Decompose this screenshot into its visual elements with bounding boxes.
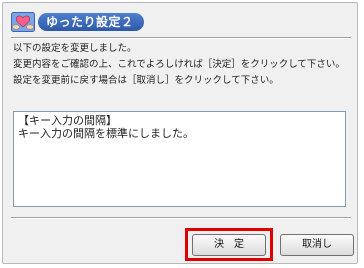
- dialog-window: ゆったり設定２ 以下の設定を変更しました。 変更内容をご確認の上、これでよろしけ…: [2, 2, 358, 264]
- details-heading: 【キー入力の間隔】: [18, 114, 117, 127]
- message-line-1: 以下の設定を変更しました。: [13, 43, 137, 54]
- cancel-button[interactable]: 取消し: [280, 234, 354, 256]
- message-line-2: 変更内容をご確認の上、これでよろしければ［決定］をクリックして下さい。: [13, 59, 345, 70]
- dialog-title: ゆったり設定２: [38, 13, 144, 31]
- message-line-3: 設定を変更前に戻す場合は［取消し］をクリックして下さい。: [13, 75, 279, 86]
- title-divider: [11, 37, 351, 39]
- ok-button[interactable]: 決 定: [192, 234, 266, 256]
- details-textbox[interactable]: 【キー入力の間隔】 キー入力の間隔を標準にしました。: [13, 111, 346, 207]
- heart-hands-icon: [11, 12, 35, 32]
- details-body: キー入力の間隔を標準にしました。: [18, 127, 194, 140]
- button-divider: [11, 217, 351, 219]
- title-bar: ゆったり設定２: [11, 11, 351, 33]
